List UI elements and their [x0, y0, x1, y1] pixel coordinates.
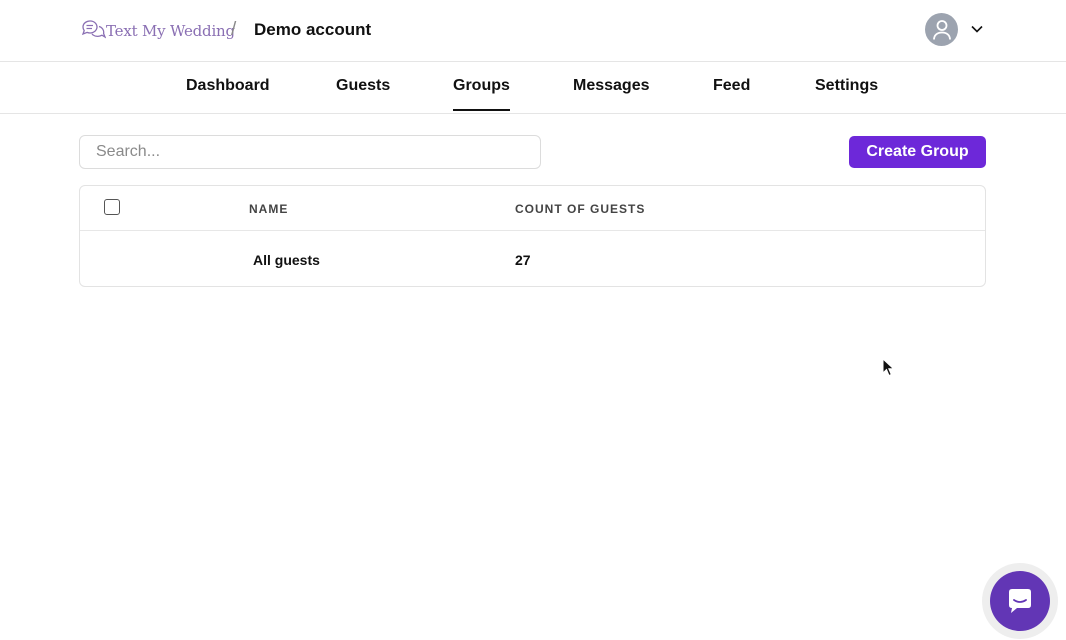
- column-header-count[interactable]: COUNT OF GUESTS: [515, 202, 645, 216]
- brand-name: Text My Wedding: [106, 22, 235, 40]
- chat-bubbles-icon: [81, 20, 106, 39]
- mouse-cursor-icon: [882, 358, 895, 377]
- table-row[interactable]: All guests 27: [80, 232, 985, 287]
- create-group-button[interactable]: Create Group: [849, 136, 986, 168]
- avatar[interactable]: [925, 13, 958, 46]
- tab-groups[interactable]: Groups: [453, 77, 510, 111]
- breadcrumb-separator: /: [231, 19, 237, 40]
- chat-icon: [1009, 589, 1031, 613]
- user-icon: [932, 19, 951, 40]
- tab-guests[interactable]: Guests: [336, 77, 390, 95]
- brand-logo[interactable]: Text My Wedding: [80, 18, 235, 44]
- chat-launcher-button[interactable]: [990, 571, 1050, 631]
- top-bar: Text My Wedding / Demo account: [0, 0, 1066, 62]
- column-header-name[interactable]: NAME: [249, 202, 288, 216]
- search-input[interactable]: [79, 135, 541, 169]
- select-all-checkbox[interactable]: [104, 199, 120, 215]
- tab-settings[interactable]: Settings: [815, 77, 878, 95]
- groups-table: NAME COUNT OF GUESTS All guests 27: [79, 185, 986, 287]
- guest-count-cell: 27: [515, 252, 531, 268]
- tab-feed[interactable]: Feed: [713, 77, 750, 95]
- tab-messages[interactable]: Messages: [573, 77, 650, 95]
- chevron-down-icon[interactable]: [969, 21, 985, 37]
- tab-dashboard[interactable]: Dashboard: [186, 77, 270, 95]
- breadcrumb-account-name[interactable]: Demo account: [254, 20, 371, 40]
- main-navigation: Dashboard Guests Groups Messages Feed Se…: [0, 63, 1066, 114]
- group-name-cell: All guests: [253, 252, 320, 268]
- table-header: NAME COUNT OF GUESTS: [80, 186, 985, 231]
